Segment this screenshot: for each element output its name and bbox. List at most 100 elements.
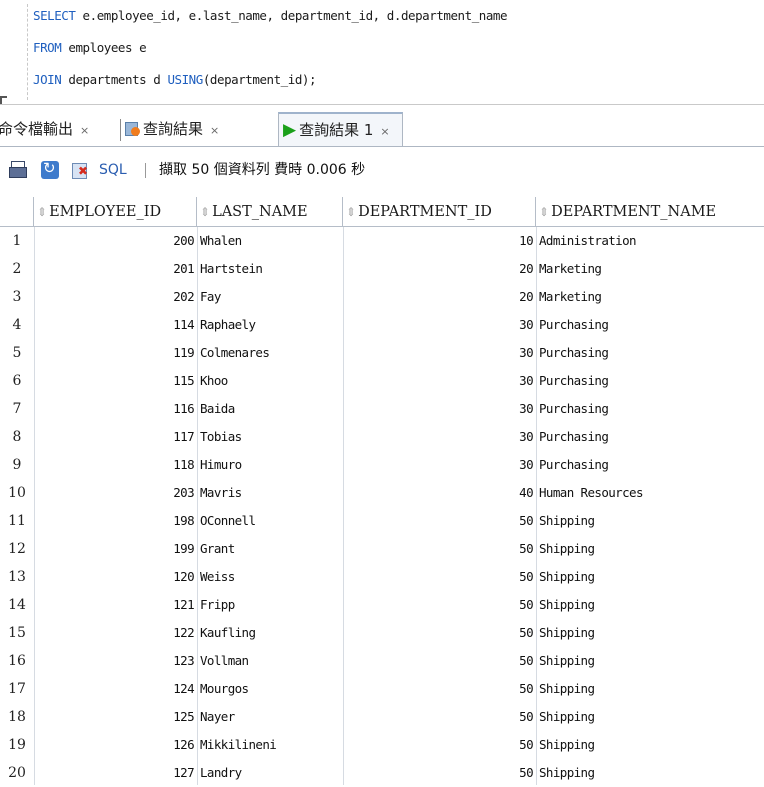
cell-department-name[interactable]: Purchasing <box>536 395 764 423</box>
table-row[interactable]: 12 199 Grant 50 Shipping <box>0 535 764 563</box>
cell-last-name[interactable]: Fripp <box>197 591 343 619</box>
cell-employee-id[interactable]: 123 <box>34 647 197 675</box>
cell-last-name[interactable]: OConnell <box>197 507 343 535</box>
row-number[interactable]: 5 <box>0 339 34 367</box>
sql-editor[interactable]: SELECT e.employee_id, e.last_name, depar… <box>0 0 764 105</box>
cell-department-id[interactable]: 50 <box>343 507 536 535</box>
table-row[interactable]: 13 120 Weiss 50 Shipping <box>0 563 764 591</box>
cell-department-name[interactable]: Shipping <box>536 731 764 759</box>
row-number[interactable]: 17 <box>0 675 34 703</box>
sort-icon[interactable]: ⇕ <box>37 205 47 219</box>
row-number[interactable]: 15 <box>0 619 34 647</box>
column-header-department-id[interactable]: ⇕ DEPARTMENT_ID <box>343 197 536 227</box>
cell-department-id[interactable]: 30 <box>343 339 536 367</box>
print-icon[interactable] <box>9 161 27 179</box>
cell-department-id[interactable]: 30 <box>343 395 536 423</box>
cell-department-name[interactable]: Purchasing <box>536 311 764 339</box>
row-number[interactable]: 18 <box>0 703 34 731</box>
cell-department-id[interactable]: 50 <box>343 703 536 731</box>
cell-last-name[interactable]: Tobias <box>197 423 343 451</box>
cell-last-name[interactable]: Nayer <box>197 703 343 731</box>
table-row[interactable]: 10 203 Mavris 40 Human Resources <box>0 479 764 507</box>
cell-department-id[interactable]: 30 <box>343 423 536 451</box>
sort-icon[interactable]: ⇕ <box>200 205 210 219</box>
tab-close-icon[interactable]: × <box>210 124 219 137</box>
cell-department-name[interactable]: Purchasing <box>536 451 764 479</box>
table-row[interactable]: 20 127 Landry 50 Shipping <box>0 759 764 787</box>
cell-employee-id[interactable]: 124 <box>34 675 197 703</box>
cell-last-name[interactable]: Landry <box>197 759 343 787</box>
cell-employee-id[interactable]: 127 <box>34 759 197 787</box>
tab-query-result-1[interactable]: ▶ 查詢結果 1 × <box>278 112 403 146</box>
code-line-3[interactable]: JOIN departments d USING(department_id); <box>33 68 317 92</box>
cell-employee-id[interactable]: 203 <box>34 479 197 507</box>
cell-department-name[interactable]: Purchasing <box>536 423 764 451</box>
cell-department-name[interactable]: Shipping <box>536 619 764 647</box>
row-number[interactable]: 7 <box>0 395 34 423</box>
row-number[interactable]: 4 <box>0 311 34 339</box>
row-number[interactable]: 6 <box>0 367 34 395</box>
table-row[interactable]: 14 121 Fripp 50 Shipping <box>0 591 764 619</box>
table-row[interactable]: 11 198 OConnell 50 Shipping <box>0 507 764 535</box>
cell-department-name[interactable]: Administration <box>536 227 764 255</box>
cell-employee-id[interactable]: 119 <box>34 339 197 367</box>
table-row[interactable]: 6 115 Khoo 30 Purchasing <box>0 367 764 395</box>
table-row[interactable]: 18 125 Nayer 50 Shipping <box>0 703 764 731</box>
row-number[interactable]: 10 <box>0 479 34 507</box>
cell-department-id[interactable]: 50 <box>343 759 536 787</box>
table-row[interactable]: 9 118 Himuro 30 Purchasing <box>0 451 764 479</box>
table-row[interactable]: 16 123 Vollman 50 Shipping <box>0 647 764 675</box>
tab-close-icon[interactable]: × <box>80 124 89 137</box>
cell-department-id[interactable]: 30 <box>343 451 536 479</box>
row-number[interactable]: 20 <box>0 759 34 787</box>
code-line-1[interactable]: SELECT e.employee_id, e.last_name, depar… <box>33 4 508 28</box>
table-row[interactable]: 15 122 Kaufling 50 Shipping <box>0 619 764 647</box>
cell-employee-id[interactable]: 121 <box>34 591 197 619</box>
cell-last-name[interactable]: Khoo <box>197 367 343 395</box>
column-header-department-name[interactable]: ⇕ DEPARTMENT_NAME <box>536 197 764 227</box>
cell-employee-id[interactable]: 125 <box>34 703 197 731</box>
cell-department-name[interactable]: Shipping <box>536 703 764 731</box>
cell-department-name[interactable]: Shipping <box>536 675 764 703</box>
cell-department-id[interactable]: 20 <box>343 255 536 283</box>
cell-department-id[interactable]: 50 <box>343 647 536 675</box>
cell-employee-id[interactable]: 198 <box>34 507 197 535</box>
cell-employee-id[interactable]: 200 <box>34 227 197 255</box>
row-number[interactable]: 12 <box>0 535 34 563</box>
sort-icon[interactable]: ⇕ <box>539 205 549 219</box>
cell-last-name[interactable]: Mourgos <box>197 675 343 703</box>
tab-script-output[interactable]: 命令檔輸出 × <box>0 113 89 146</box>
table-row[interactable]: 8 117 Tobias 30 Purchasing <box>0 423 764 451</box>
column-header-last-name[interactable]: ⇕ LAST_NAME <box>197 197 343 227</box>
cell-department-name[interactable]: Shipping <box>536 507 764 535</box>
cell-department-name[interactable]: Shipping <box>536 647 764 675</box>
cell-employee-id[interactable]: 114 <box>34 311 197 339</box>
row-number[interactable]: 2 <box>0 255 34 283</box>
cell-employee-id[interactable]: 122 <box>34 619 197 647</box>
cell-department-id[interactable]: 30 <box>343 311 536 339</box>
cell-last-name[interactable]: Grant <box>197 535 343 563</box>
cell-department-id[interactable]: 50 <box>343 563 536 591</box>
cell-employee-id[interactable]: 115 <box>34 367 197 395</box>
table-row[interactable]: 3 202 Fay 20 Marketing <box>0 283 764 311</box>
cell-department-id[interactable]: 50 <box>343 619 536 647</box>
cell-last-name[interactable]: Whalen <box>197 227 343 255</box>
cell-last-name[interactable]: Himuro <box>197 451 343 479</box>
cell-last-name[interactable]: Raphaely <box>197 311 343 339</box>
cell-last-name[interactable]: Colmenares <box>197 339 343 367</box>
table-row[interactable]: 2 201 Hartstein 20 Marketing <box>0 255 764 283</box>
cell-last-name[interactable]: Mikkilineni <box>197 731 343 759</box>
cell-last-name[interactable]: Fay <box>197 283 343 311</box>
row-number[interactable]: 19 <box>0 731 34 759</box>
table-row[interactable]: 19 126 Mikkilineni 50 Shipping <box>0 731 764 759</box>
table-row[interactable]: 17 124 Mourgos 50 Shipping <box>0 675 764 703</box>
row-number[interactable]: 8 <box>0 423 34 451</box>
column-header-employee-id[interactable]: ⇕ EMPLOYEE_ID <box>34 197 197 227</box>
cell-department-id[interactable]: 20 <box>343 283 536 311</box>
cell-department-name[interactable]: Human Resources <box>536 479 764 507</box>
table-row[interactable]: 7 116 Baida 30 Purchasing <box>0 395 764 423</box>
cell-department-name[interactable]: Marketing <box>536 255 764 283</box>
cell-department-id[interactable]: 30 <box>343 367 536 395</box>
cell-employee-id[interactable]: 126 <box>34 731 197 759</box>
cell-employee-id[interactable]: 120 <box>34 563 197 591</box>
